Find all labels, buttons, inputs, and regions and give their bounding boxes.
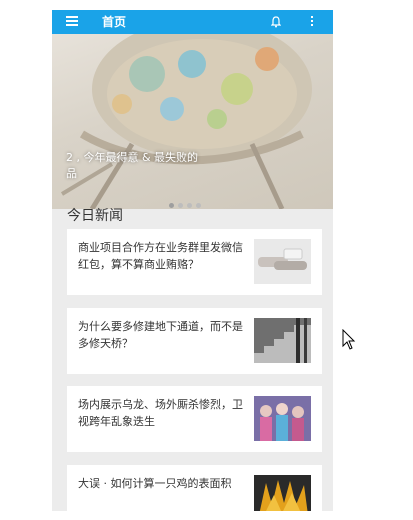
news-card[interactable]: 商业项目合作方在业务群里发微信红包，算不算商业贿赂？ xyxy=(67,229,322,295)
carousel-dot[interactable] xyxy=(196,203,201,208)
app-bar: 首页 xyxy=(52,10,333,34)
news-card[interactable]: 大误 · 如何计算一只鸡的表面积 xyxy=(67,465,322,511)
carousel-dot[interactable] xyxy=(187,203,192,208)
more-vert-icon[interactable] xyxy=(310,16,314,28)
news-card[interactable]: 为什么要多修建地下通道，而不是多修天桥？ xyxy=(67,308,322,374)
stage-photo xyxy=(254,396,311,441)
banner-caption: 2 , 今年最得意 & 最失败的 品 xyxy=(66,151,199,180)
handshake-photo xyxy=(254,239,311,284)
phone-screen: 首页 2 , 今年最得意 & 最失败的 品 今日新闻 商业项目合作方在业务群里发… xyxy=(52,10,333,511)
menu-icon[interactable] xyxy=(66,16,78,28)
bouncer-photo xyxy=(60,34,312,209)
news-title: 为什么要多修建地下通道，而不是多修天桥？ xyxy=(78,320,243,350)
section-title: 今日新闻 xyxy=(67,208,123,224)
carousel-indicator xyxy=(169,193,205,208)
stairs-photo xyxy=(254,318,311,363)
banner-carousel[interactable]: 2 , 今年最得意 & 最失败的 品 xyxy=(52,34,333,209)
page-title: 首页 xyxy=(102,15,127,29)
carousel-dot[interactable] xyxy=(169,203,174,208)
mouse-cursor-icon xyxy=(342,329,356,350)
bell-icon[interactable] xyxy=(271,16,281,28)
news-title: 场内展示乌龙、场外厮杀惨烈，卫视跨年乱象迭生 xyxy=(78,398,243,428)
news-title: 大误 · 如何计算一只鸡的表面积 xyxy=(78,477,232,490)
carousel-dot[interactable] xyxy=(178,203,183,208)
chicken-photo xyxy=(254,475,311,511)
news-card[interactable]: 场内展示乌龙、场外厮杀惨烈，卫视跨年乱象迭生 xyxy=(67,386,322,452)
news-title: 商业项目合作方在业务群里发微信红包，算不算商业贿赂？ xyxy=(78,241,243,271)
